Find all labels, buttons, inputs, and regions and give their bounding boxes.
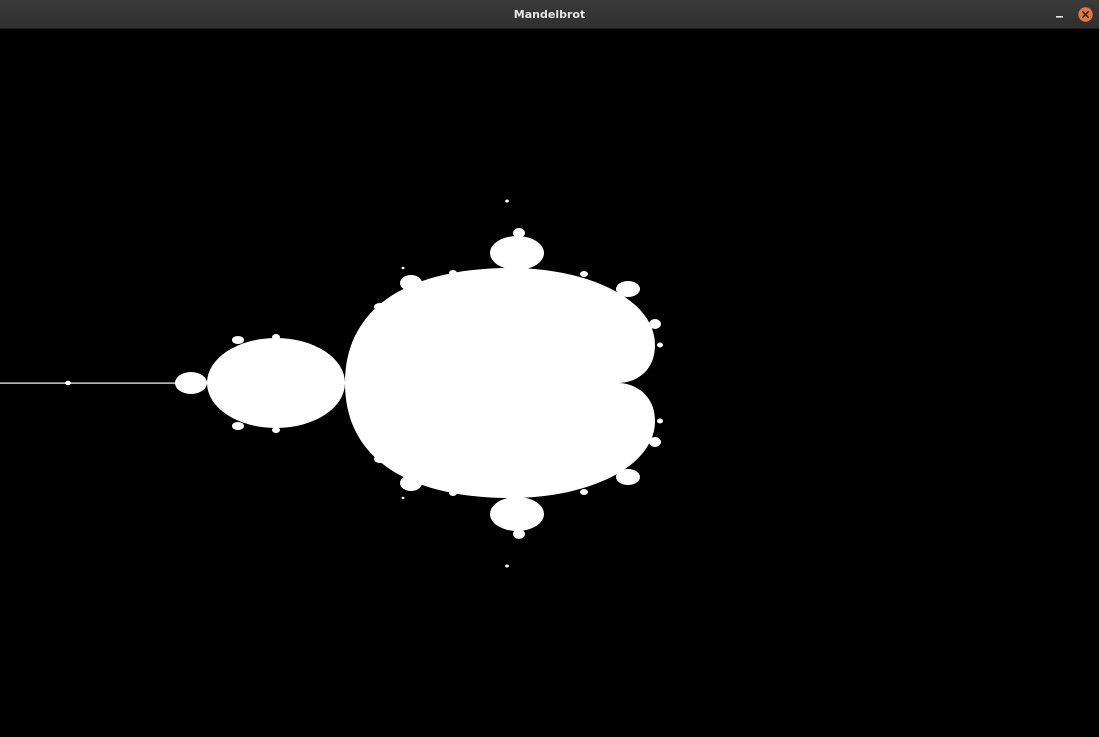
bulb-p2-top-mid: [272, 334, 280, 340]
dust-lower-left: [401, 496, 405, 500]
bulb-p2-bottom: [232, 422, 244, 430]
period-2-bulb: [207, 338, 345, 428]
dust-top: [505, 199, 509, 203]
bulb-bottom-small-1: [449, 490, 457, 496]
real-axis-filament: [0, 382, 180, 384]
mandelbrot-render: [0, 29, 1099, 737]
bulb-left-2: [374, 455, 386, 463]
bulb-right-3: [657, 342, 663, 348]
bulb-lower-left: [400, 475, 422, 491]
period-4-bulb: [175, 372, 207, 394]
dust-upper-left: [401, 266, 405, 270]
close-button[interactable]: [1078, 7, 1093, 22]
close-icon: [1078, 7, 1093, 22]
bottom-period-3-bulb: [490, 497, 544, 531]
app-window: Mandelbrot: [0, 0, 1099, 737]
bulb-right-2: [649, 437, 661, 447]
bulb-upper-right: [616, 281, 640, 297]
minimize-button[interactable]: [1052, 7, 1067, 22]
bulb-bottom-small-2: [580, 489, 588, 495]
top-period-3-bulb: [490, 236, 544, 270]
mandelbrot-canvas[interactable]: [0, 29, 1099, 737]
bulb-p2-top: [232, 336, 244, 344]
bulb-upper-left: [400, 275, 422, 291]
mini-bulb: [65, 380, 71, 386]
dust-bottom: [505, 564, 509, 568]
main-cardioid: [345, 268, 655, 498]
bulb-p2-bottom-mid: [272, 427, 280, 433]
bulb-top-small-1: [449, 270, 457, 276]
bulb-left-1: [374, 303, 386, 311]
title-bar[interactable]: Mandelbrot: [0, 0, 1099, 29]
bulb-top-small-2: [580, 271, 588, 277]
minimize-icon: [1056, 16, 1063, 18]
bulb-right-1: [649, 319, 661, 329]
top-sub-bulb: [513, 228, 525, 238]
bulb-right-4: [657, 418, 663, 424]
bulb-lower-right: [616, 469, 640, 485]
bottom-sub-bulb: [513, 529, 525, 539]
window-title: Mandelbrot: [513, 8, 586, 21]
